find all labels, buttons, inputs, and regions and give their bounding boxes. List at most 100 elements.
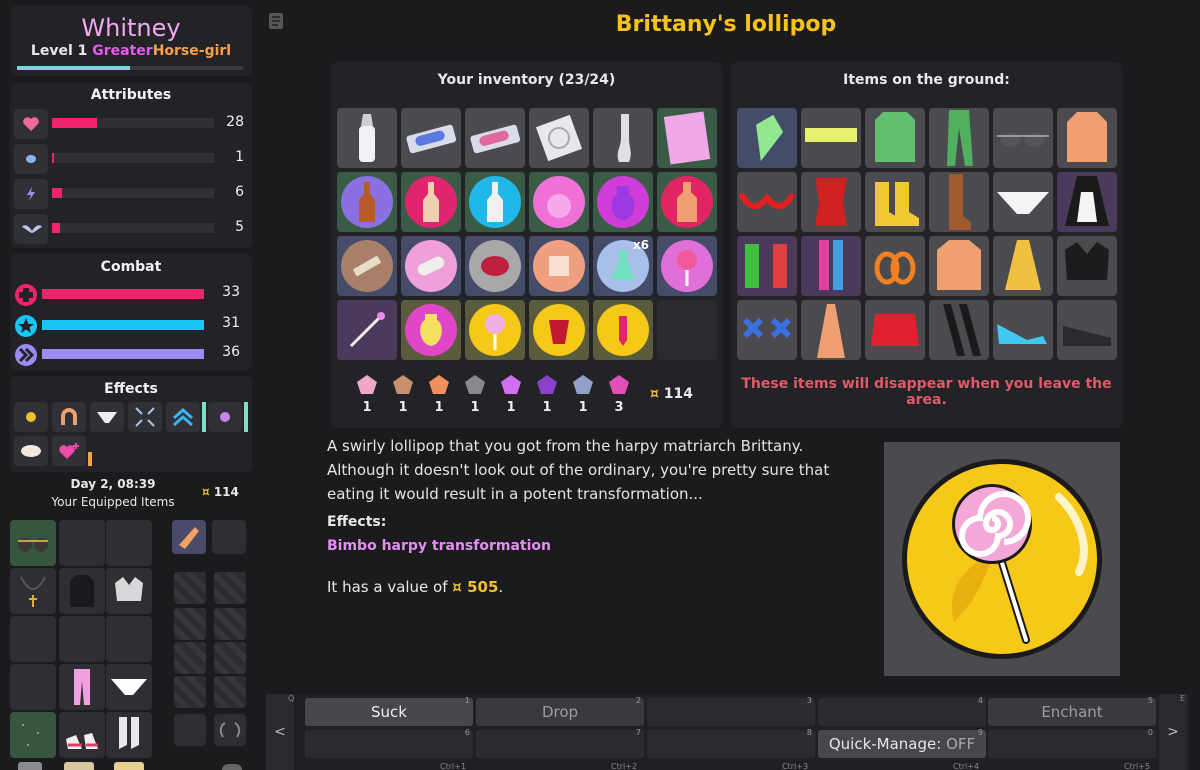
equip-slot-extra[interactable] bbox=[212, 520, 246, 554]
bottom-icon[interactable] bbox=[18, 762, 42, 770]
money-display[interactable]: ¤ 114 bbox=[202, 485, 239, 499]
equip-slot-offhand[interactable] bbox=[214, 714, 246, 746]
inventory-slot[interactable] bbox=[593, 300, 653, 360]
equip-slot-over-torso[interactable] bbox=[59, 568, 105, 614]
essence-icon[interactable] bbox=[534, 374, 560, 400]
equip-slot-chest[interactable] bbox=[106, 568, 152, 614]
ground-slot[interactable] bbox=[801, 300, 861, 360]
inventory-slot[interactable] bbox=[465, 172, 525, 232]
ground-slot[interactable] bbox=[929, 236, 989, 296]
inventory-slot[interactable] bbox=[465, 236, 525, 296]
inventory-slot[interactable] bbox=[529, 236, 589, 296]
equip-slot-head[interactable] bbox=[59, 520, 105, 566]
journal-icon[interactable] bbox=[268, 12, 284, 30]
attribute-row-corruption[interactable]: 5 bbox=[14, 214, 248, 244]
inventory-slot[interactable] bbox=[465, 300, 525, 360]
inventory-slot[interactable] bbox=[337, 300, 397, 360]
bowl-icon[interactable] bbox=[14, 436, 48, 466]
ground-slot[interactable] bbox=[993, 300, 1053, 360]
inventory-slot[interactable] bbox=[529, 108, 589, 168]
ground-slot[interactable] bbox=[929, 108, 989, 168]
essence-icon[interactable] bbox=[462, 374, 488, 400]
inventory-slot[interactable] bbox=[657, 236, 717, 296]
action-slot[interactable]: 4 bbox=[818, 696, 986, 726]
equip-slot-hands[interactable] bbox=[59, 616, 105, 662]
bottom-icon[interactable] bbox=[114, 762, 144, 770]
equip-slot-finger[interactable] bbox=[10, 664, 56, 710]
equip-slot-legs[interactable] bbox=[59, 664, 105, 710]
ground-slot[interactable] bbox=[993, 172, 1053, 232]
ground-slot[interactable] bbox=[801, 172, 861, 232]
inventory-slot[interactable] bbox=[657, 172, 717, 232]
inventory-slot[interactable] bbox=[657, 108, 717, 168]
effect-text[interactable]: Bimbo harpy transformation bbox=[327, 538, 551, 554]
inventory-slot[interactable] bbox=[401, 108, 461, 168]
inventory-money[interactable]: ¤ 114 bbox=[650, 386, 693, 402]
action-slot[interactable]: 6 bbox=[305, 728, 473, 758]
ground-slot[interactable] bbox=[865, 108, 925, 168]
ground-slot[interactable] bbox=[801, 108, 861, 168]
equip-slot-torso[interactable] bbox=[106, 616, 152, 662]
equip-slot-feet[interactable] bbox=[59, 712, 105, 758]
next-page-button[interactable]: > bbox=[1159, 694, 1187, 770]
ground-slot[interactable] bbox=[1057, 300, 1117, 360]
ground-slot[interactable] bbox=[737, 108, 797, 168]
day-time[interactable]: Day 2, 08:39 bbox=[10, 477, 216, 491]
essence-icon[interactable] bbox=[390, 374, 416, 400]
inventory-slot[interactable] bbox=[401, 172, 461, 232]
combat-row-health[interactable]: 33 bbox=[14, 281, 248, 311]
quick-manage-button[interactable]: Quick-Manage: OFF 9 bbox=[818, 728, 986, 758]
arrows-icon[interactable] bbox=[128, 402, 162, 432]
equip-slot-ankle[interactable] bbox=[10, 712, 56, 758]
inventory-slot[interactable] bbox=[401, 236, 461, 296]
essence-icon[interactable] bbox=[354, 374, 380, 400]
inventory-slot[interactable] bbox=[401, 300, 461, 360]
character-name[interactable]: Whitney bbox=[10, 14, 252, 42]
ground-slot[interactable] bbox=[1057, 172, 1117, 232]
inventory-slot-empty[interactable] bbox=[657, 300, 717, 360]
ground-slot[interactable] bbox=[1057, 108, 1117, 168]
equip-slot-neck[interactable] bbox=[10, 568, 56, 614]
equip-slot-groin[interactable] bbox=[106, 664, 152, 710]
essence-icon[interactable] bbox=[606, 374, 632, 400]
ground-slot[interactable] bbox=[1057, 236, 1117, 296]
ground-slot[interactable] bbox=[865, 300, 925, 360]
ground-slot[interactable] bbox=[929, 172, 989, 232]
inventory-slot[interactable] bbox=[529, 172, 589, 232]
essence-icon[interactable] bbox=[426, 374, 452, 400]
action-slot[interactable]: 8 bbox=[647, 728, 815, 758]
ground-slot[interactable] bbox=[865, 172, 925, 232]
inventory-slot[interactable]: x6 bbox=[593, 236, 653, 296]
inventory-slot[interactable] bbox=[337, 108, 397, 168]
inventory-slot[interactable] bbox=[593, 108, 653, 168]
panties-icon[interactable] bbox=[90, 402, 124, 432]
attribute-row-intelligence[interactable]: 1 bbox=[14, 144, 248, 174]
bottom-icon[interactable] bbox=[64, 762, 94, 770]
combat-row-stamina[interactable]: 31 bbox=[14, 312, 248, 342]
equip-slot-eyes[interactable] bbox=[10, 520, 56, 566]
ground-slot[interactable] bbox=[737, 236, 797, 296]
enchant-button[interactable]: Enchant 5 bbox=[988, 696, 1156, 726]
equip-slot-sock[interactable] bbox=[106, 712, 152, 758]
essence-icon[interactable] bbox=[570, 374, 596, 400]
ground-slot[interactable] bbox=[865, 236, 925, 296]
equip-slot-hair[interactable] bbox=[106, 520, 152, 566]
essence-icon[interactable] bbox=[498, 374, 524, 400]
drop-button[interactable]: Drop 2 bbox=[476, 696, 644, 726]
attribute-row-strength[interactable]: 6 bbox=[14, 179, 248, 209]
inventory-slot[interactable] bbox=[337, 172, 397, 232]
inventory-slot[interactable] bbox=[337, 236, 397, 296]
bottom-icon[interactable] bbox=[222, 764, 242, 770]
suck-button[interactable]: Suck 1 bbox=[305, 696, 473, 726]
attribute-row-health[interactable]: 28 bbox=[14, 109, 248, 139]
equip-slot-tail[interactable] bbox=[172, 520, 206, 554]
ground-slot[interactable] bbox=[737, 300, 797, 360]
inventory-slot[interactable] bbox=[593, 172, 653, 232]
equip-slot-weapon[interactable] bbox=[174, 714, 206, 746]
equip-slot-wrist[interactable] bbox=[10, 616, 56, 662]
chevrons-icon[interactable] bbox=[166, 402, 200, 432]
action-slot[interactable]: 3 bbox=[647, 696, 815, 726]
ground-slot[interactable] bbox=[993, 236, 1053, 296]
inventory-slot[interactable] bbox=[465, 108, 525, 168]
action-slot[interactable]: 7 bbox=[476, 728, 644, 758]
